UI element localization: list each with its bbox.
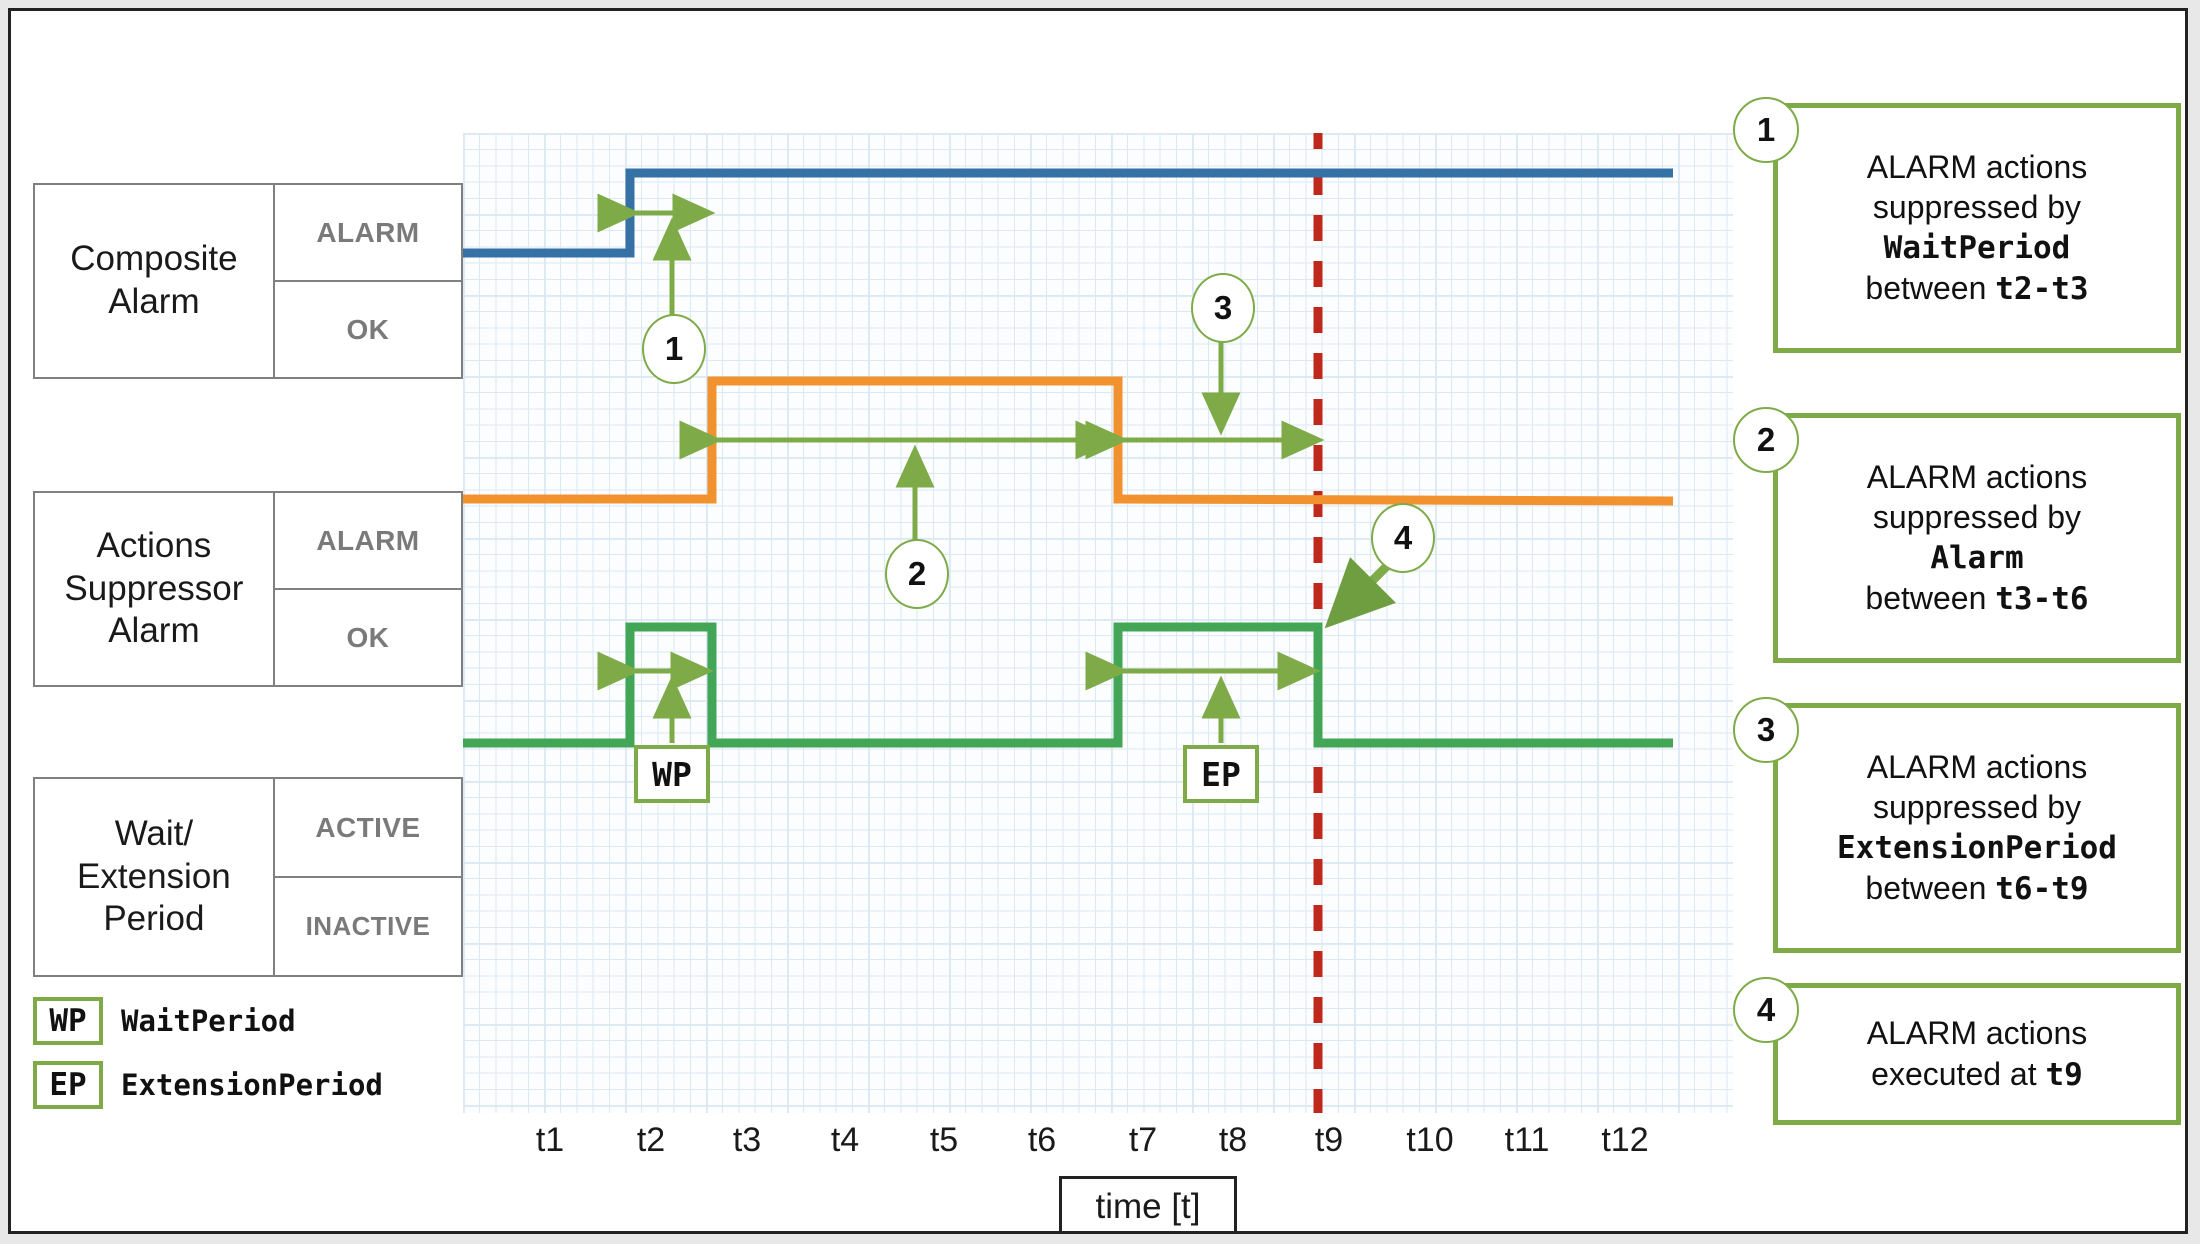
callout-box-1[interactable]: ALARM actions suppressed by WaitPeriod b… bbox=[1773, 103, 2181, 353]
plot-bubble-3[interactable]: 3 bbox=[1191, 273, 1255, 343]
callout-number-2[interactable]: 2 bbox=[1733, 407, 1799, 473]
plot-bubble-3-label: 3 bbox=[1213, 289, 1233, 326]
callout-number-4[interactable]: 4 bbox=[1733, 977, 1799, 1043]
callout-3-term: ExtensionPeriod bbox=[1837, 830, 2117, 867]
legend-chip-ep: EP bbox=[33, 1061, 103, 1109]
callout-2-line4-pre: between bbox=[1865, 580, 1996, 617]
x-axis-caption: time [t] bbox=[1059, 1176, 1237, 1231]
row-label-actions-suppressor-name: Actions Suppressor Alarm bbox=[64, 525, 244, 651]
callout-2-term: Alarm bbox=[1930, 540, 2024, 577]
legend-label-wp: WaitPeriod bbox=[121, 1004, 296, 1038]
callout-number-1[interactable]: 1 bbox=[1733, 97, 1799, 163]
callout-3-line4-pre: between bbox=[1865, 870, 1996, 907]
callout-3-line1: ALARM actions bbox=[1866, 748, 2088, 785]
legend-item-wp: WP WaitPeriod bbox=[33, 997, 383, 1045]
diagram-frame: 1 2 3 4 WP EP Composite Alarm ALARM OK Ac… bbox=[8, 8, 2188, 1234]
plot-bubble-2[interactable]: 2 bbox=[885, 539, 949, 609]
row-states-wait-extension: ACTIVE INACTIVE bbox=[272, 779, 461, 975]
callout-box-3[interactable]: ALARM actions suppressed by ExtensionPer… bbox=[1773, 703, 2181, 953]
callout-1-line4-pre: between bbox=[1865, 270, 1996, 307]
callout-3-line2: suppressed by bbox=[1872, 788, 2082, 825]
row-states-composite-alarm: ALARM OK bbox=[272, 185, 461, 377]
callout-number-1-label: 1 bbox=[1756, 111, 1776, 148]
row-label-wait-extension-name: Wait/Extension Period bbox=[77, 813, 231, 939]
x-tick-t12: t12 bbox=[1601, 1121, 1649, 1159]
callout-2-line1: ALARM actions bbox=[1866, 458, 2088, 495]
state-actions-suppressor-high: ALARM bbox=[316, 524, 420, 556]
legend-item-ep: EP ExtensionPeriod bbox=[33, 1061, 383, 1109]
state-actions-suppressor-low: OK bbox=[274, 588, 461, 685]
plot-chip-ep[interactable]: EP bbox=[1183, 745, 1259, 803]
callout-number-2-label: 2 bbox=[1756, 421, 1776, 458]
callout-1-term: WaitPeriod bbox=[1883, 230, 2071, 267]
leader-callout-4 bbox=[1324, 557, 1396, 629]
waveform-svg bbox=[463, 133, 1674, 1113]
callout-box-4[interactable]: ALARM actions executed at t9 bbox=[1773, 983, 2181, 1125]
plot-bubble-4-label: 4 bbox=[1393, 519, 1413, 556]
callout-number-4-label: 4 bbox=[1756, 991, 1776, 1028]
callout-1-line4-range: t2-t3 bbox=[1995, 271, 2089, 308]
legend-chip-wp: WP bbox=[33, 997, 103, 1045]
row-label-wait-extension-period: Wait/Extension Period ACTIVE INACTIVE bbox=[33, 777, 463, 977]
legend-label-ep: ExtensionPeriod bbox=[121, 1068, 383, 1102]
legend: WP WaitPeriod EP ExtensionPeriod bbox=[33, 997, 383, 1125]
x-axis-caption-label: time [t] bbox=[1095, 1187, 1201, 1226]
callout-1-line1: ALARM actions bbox=[1866, 148, 2088, 185]
plot-chip-wp[interactable]: WP bbox=[634, 745, 710, 803]
plot-bubble-4[interactable]: 4 bbox=[1371, 503, 1435, 573]
callout-2-line4-range: t3-t6 bbox=[1995, 581, 2089, 618]
plot-bubble-1[interactable]: 1 bbox=[642, 314, 706, 384]
timing-chart-plot-area: 1 2 3 4 WP EP bbox=[463, 133, 1733, 1113]
callout-1-line2: suppressed by bbox=[1872, 188, 2082, 225]
row-states-actions-suppressor: ALARM OK bbox=[272, 493, 461, 685]
state-composite-alarm-low: OK bbox=[274, 280, 461, 377]
callout-4-line1: ALARM actions bbox=[1866, 1015, 2088, 1052]
row-label-composite-alarm-name: Composite Alarm bbox=[70, 239, 238, 321]
wait-extension-period-waveform bbox=[463, 622, 1673, 748]
row-label-actions-suppressor-alarm: Actions Suppressor Alarm ALARM OK bbox=[33, 491, 463, 687]
state-wait-extension-low: INACTIVE bbox=[274, 876, 461, 975]
plot-bubble-1-label: 1 bbox=[664, 330, 684, 367]
callout-box-2[interactable]: ALARM actions suppressed by Alarm betwee… bbox=[1773, 413, 2181, 663]
row-label-composite-alarm: Composite Alarm ALARM OK bbox=[33, 183, 463, 379]
callout-4-line2-time: t9 bbox=[2045, 1056, 2083, 1093]
state-composite-alarm-high: ALARM bbox=[316, 216, 420, 248]
callout-4-line2-pre: executed at bbox=[1871, 1055, 2046, 1092]
plot-chip-ep-label: EP bbox=[1201, 754, 1241, 794]
callout-number-3-label: 3 bbox=[1756, 711, 1776, 748]
callout-2-line2: suppressed by bbox=[1872, 498, 2082, 535]
callout-3-line4-range: t6-t9 bbox=[1995, 871, 2089, 908]
state-wait-extension-high: ACTIVE bbox=[315, 811, 421, 843]
callout-number-3[interactable]: 3 bbox=[1733, 697, 1799, 763]
plot-bubble-2-label: 2 bbox=[907, 555, 927, 592]
plot-chip-wp-label: WP bbox=[652, 754, 692, 794]
